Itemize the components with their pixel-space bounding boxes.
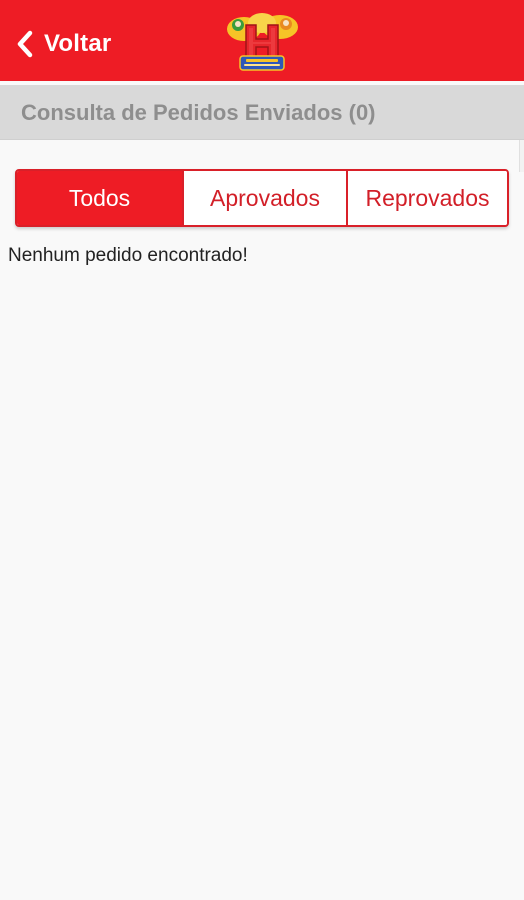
empty-state-message: Nenhum pedido encontrado! <box>8 245 248 266</box>
page-title: Consulta de Pedidos Enviados (0) <box>21 100 376 125</box>
top-app-bar: Voltar <box>0 0 524 81</box>
order-filter-tabs: Todos Aprovados Reprovados <box>15 169 509 227</box>
tab-aprovados[interactable]: Aprovados <box>182 171 346 225</box>
hefer-logo <box>227 13 298 71</box>
chevron-left-icon <box>17 30 33 58</box>
back-button[interactable]: Voltar <box>14 26 111 62</box>
page-subheader: Consulta de Pedidos Enviados (0) <box>0 85 524 140</box>
tab-todos[interactable]: Todos <box>17 171 182 225</box>
tab-reprovados[interactable]: Reprovados <box>346 171 507 225</box>
scroll-edge-indicator <box>519 140 524 172</box>
back-label: Voltar <box>44 30 112 57</box>
